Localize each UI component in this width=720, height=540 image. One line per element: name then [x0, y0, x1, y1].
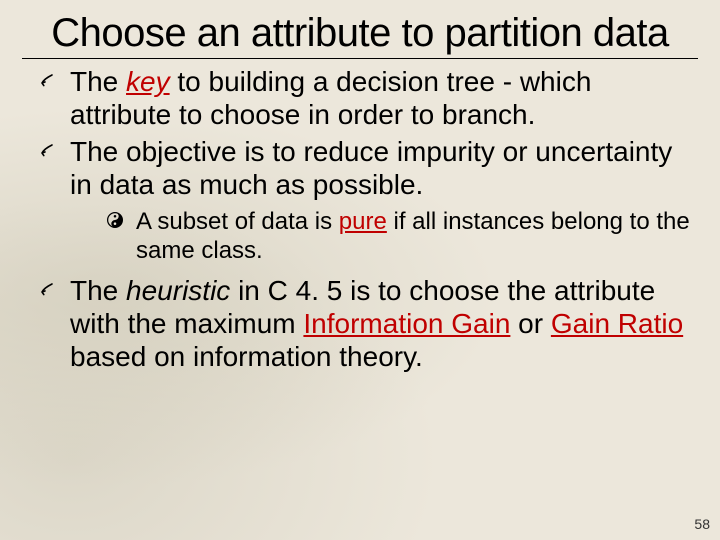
page-number: 58	[694, 516, 710, 532]
bullet-item: The objective is to reduce impurity or u…	[36, 135, 690, 266]
emphasis-gain-ratio: Gain Ratio	[551, 308, 683, 339]
emphasis-pure: pure	[339, 208, 387, 235]
slide: { "title": "Choose an attribute to parti…	[0, 0, 720, 540]
yinyang-icon	[106, 211, 126, 231]
title-divider	[22, 58, 698, 59]
slide-title: Choose an attribute to partition data	[0, 0, 720, 58]
sub-bullet-item: A subset of data is pure if all instance…	[106, 207, 690, 266]
arrow-left-icon	[38, 141, 58, 161]
emphasis-info-gain: Information Gain	[303, 308, 510, 339]
bullet-text: The heuristic in C 4. 5 is to choose the…	[70, 275, 683, 372]
bullet-text: The key to building a decision tree - wh…	[70, 66, 591, 130]
emphasis-heuristic: heuristic	[126, 275, 230, 306]
slide-body: The key to building a decision tree - wh…	[0, 61, 720, 373]
emphasis-key: key	[126, 66, 170, 97]
sub-bullet-text: A subset of data is pure if all instance…	[136, 208, 690, 264]
bullet-item: The heuristic in C 4. 5 is to choose the…	[36, 274, 690, 373]
arrow-left-icon	[38, 280, 58, 300]
bullet-text: The objective is to reduce impurity or u…	[70, 136, 672, 200]
sub-bullet-list: A subset of data is pure if all instance…	[70, 207, 690, 266]
bullet-item: The key to building a decision tree - wh…	[36, 65, 690, 131]
arrow-left-icon	[38, 71, 58, 91]
bullet-list: The key to building a decision tree - wh…	[36, 65, 690, 373]
